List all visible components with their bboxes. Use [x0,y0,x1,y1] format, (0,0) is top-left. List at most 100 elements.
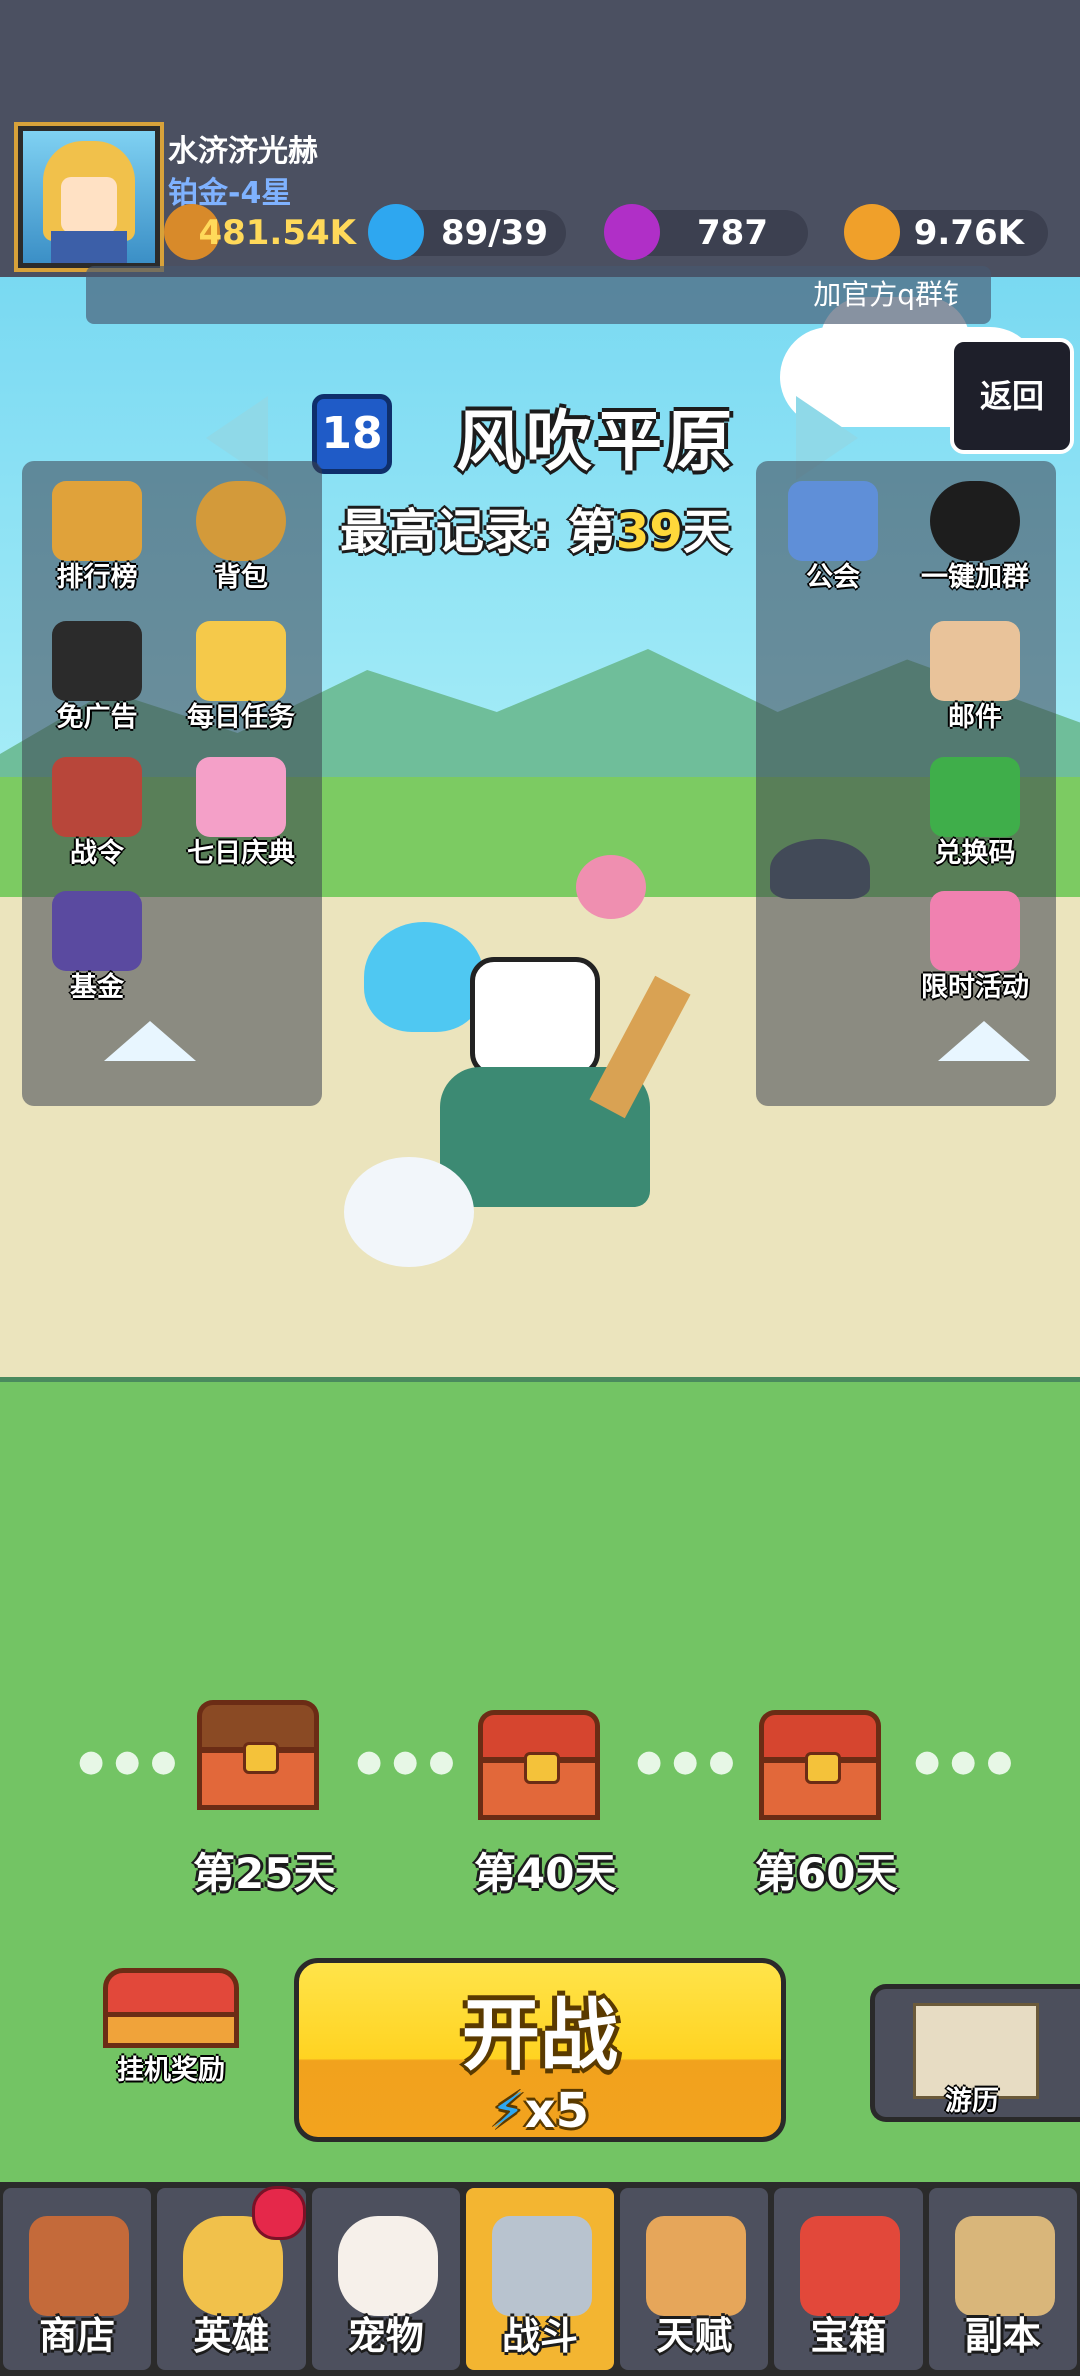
progress-dots: ●●● [356,1744,465,1779]
tab-talent[interactable]: 天赋 [620,2188,769,2370]
gem-value: 787 [697,213,768,253]
guild-label: 公会 [806,562,860,593]
seven-day-button[interactable]: 七日庆典 [176,757,306,870]
stage-name: 风吹平原 [456,403,736,480]
lightning-plus-icon[interactable] [368,204,424,260]
tab-talent-label: 天赋 [656,2314,733,2358]
bunny-pet [344,1157,474,1267]
tab-battle[interactable]: 战斗 [465,2188,615,2370]
mail-scroll-icon [930,621,1020,701]
travel-button[interactable]: 游历 [870,1984,1080,2122]
back-button[interactable]: 返回 [950,338,1074,454]
panda-hero [470,957,600,1077]
redeem-code-label: 兑换码 [934,838,1016,869]
backpack-icon [196,481,286,561]
join-group-button[interactable]: 一键加群 [910,481,1040,594]
trophy-banner-icon [52,481,142,561]
progress-dots: ●●● [914,1744,1023,1779]
energy-stat[interactable]: 89/39 [368,204,566,260]
best-record: 最高记录: 第39天 [340,492,731,562]
leaderboard-button[interactable]: 排行榜 [32,481,162,594]
chest-day-25-label: 第25天 [193,1849,336,1898]
tab-hero-label: 英雄 [193,2314,270,2358]
mail-button[interactable]: 邮件 [910,621,1040,734]
redeem-code-button[interactable]: 兑换码 [910,757,1040,870]
announcement-banner[interactable]: 加官方q群钅 [86,266,991,324]
daily-task-button[interactable]: 每日任务 [176,621,306,734]
travel-label: 游历 [945,2086,999,2117]
no-ads-button[interactable]: 免广告 [32,621,162,734]
energy-value: 89/39 [440,213,548,253]
qq-penguin-icon [930,481,1020,561]
stage-level-badge: 18 [312,394,392,474]
player-name: 水济济光赫 [168,134,318,169]
guild-icon [788,481,878,561]
daily-task-label: 每日任务 [187,702,295,733]
fund-button[interactable]: 基金 [32,891,162,1004]
record-suffix: 天 [682,504,731,560]
record-prefix: 最高记录: 第 [340,504,616,560]
battle-pass-icon [52,757,142,837]
pink-puff-enemy [576,855,646,919]
gem-stat[interactable]: 787 [604,204,808,260]
coin-value: 9.76K [913,213,1024,253]
tab-pet-label: 宠物 [347,2314,424,2358]
chest-day-25[interactable] [197,1700,319,1810]
chest-day-40[interactable] [478,1710,600,1820]
gem-plus-icon[interactable] [604,204,660,260]
crossed-swords-icon [491,2216,592,2316]
tab-shop-label: 商店 [39,2314,116,2358]
player-avatar[interactable] [18,126,160,268]
start-battle-button[interactable]: 开战 ⚡x5 [294,1958,786,2142]
player-header: 水济济光赫 铂金-4星 481.54K 89/39 787 9.76K [0,0,1080,277]
slime-pet [364,922,484,1032]
lightning-icon: ⚡ [490,2083,525,2139]
start-battle-cost: ⚡x5 [299,2083,781,2139]
power-value: 481.54K [198,213,356,253]
lock-icon [243,1742,279,1774]
notification-dot [252,2186,306,2240]
idle-reward-label: 挂机奖励 [117,2055,225,2086]
limited-event-label: 限时活动 [921,972,1029,1003]
talent-fist-icon [646,2216,747,2316]
mail-label: 邮件 [948,702,1002,733]
lock-icon [524,1752,560,1784]
start-cost-value: x5 [524,2083,590,2139]
fund-label: 基金 [70,972,124,1003]
game-screen: 水济济光赫 铂金-4星 481.54K 89/39 787 9.76K 加官方q… [0,0,1080,2376]
lock-icon [805,1752,841,1784]
no-ads-icon [52,621,142,701]
left-menu-panel: 排行榜 背包 免广告 每日任务 战令 七日庆典 基金 [22,461,322,1106]
avatar-body [51,231,127,263]
backpack-button[interactable]: 背包 [176,481,306,594]
pet-icon [337,2216,438,2316]
right-menu-panel: 公会 一键加群 邮件 兑换码 限时活动 [756,461,1056,1106]
power-stat: 481.54K [164,204,356,260]
gacha-machine-icon [930,891,1020,971]
gift-icon [196,757,286,837]
progress-dots: ●●● [78,1744,187,1779]
chest-day-60[interactable] [759,1710,881,1820]
battle-pass-button[interactable]: 战令 [32,757,162,870]
redeem-code-icon [930,757,1020,837]
no-ads-label: 免广告 [56,702,138,733]
tab-chest-label: 宝箱 [810,2314,887,2358]
dungeon-map-icon [954,2216,1055,2316]
tab-shop[interactable]: 商店 [3,2188,152,2370]
tab-chest[interactable]: 宝箱 [774,2188,923,2370]
limited-event-button[interactable]: 限时活动 [910,891,1040,1004]
tab-dungeon[interactable]: 副本 [928,2188,1077,2370]
fund-safe-icon [52,891,142,971]
collapse-right-icon[interactable] [938,1021,1030,1061]
coin-stat[interactable]: 9.76K [844,204,1048,260]
collapse-left-icon[interactable] [104,1021,196,1061]
idle-reward-button[interactable]: 挂机奖励 [96,1968,246,2087]
guild-button[interactable]: 公会 [768,481,898,594]
treasure-chest-icon [800,2216,901,2316]
tab-battle-label: 战斗 [501,2314,578,2358]
shop-icon [29,2216,129,2316]
tab-pet[interactable]: 宠物 [311,2188,460,2370]
chest-day-60-label: 第60天 [755,1849,898,1898]
coin-plus-icon[interactable] [844,204,900,260]
tab-dungeon-label: 副本 [964,2314,1041,2358]
